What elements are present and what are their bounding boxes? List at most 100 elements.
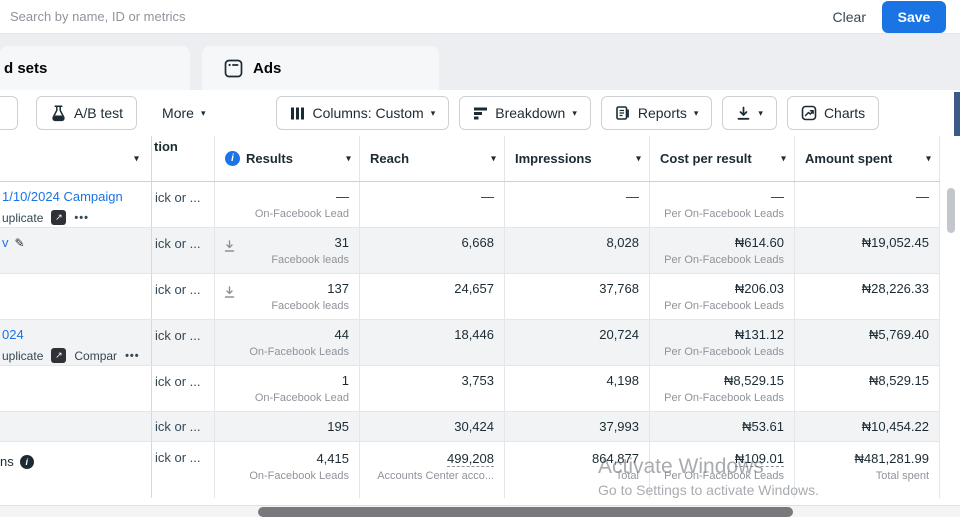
table-row[interactable]: ick or ... 195 30,424 37,993 ₦53.61 ₦10,…	[0, 412, 940, 442]
chevron-down-icon: ▾	[572, 107, 577, 118]
chevron-down-icon: ▾	[693, 107, 699, 118]
results-cell: 137 Facebook leads	[215, 274, 360, 319]
search-input[interactable]	[0, 9, 817, 24]
table-row[interactable]: 1/10/2024 Campaign uplicate ↗ ••• ick or…	[0, 182, 940, 228]
reports-button[interactable]: Reports ▾	[600, 96, 713, 130]
cost-cell: — Per On-Facebook Leads	[650, 182, 795, 227]
impressions-cell: —	[505, 182, 650, 227]
amount-cell: —	[795, 182, 940, 227]
chevron-down-icon[interactable]: ▾	[134, 153, 139, 164]
reports-icon	[615, 105, 631, 121]
table-row[interactable]: 024 uplicate ↗ Compar ••• ick or ... 44 O…	[0, 320, 940, 366]
header-attribution-label: tion	[154, 139, 178, 154]
export-button[interactable]: ▾	[722, 96, 777, 130]
download-result-icon[interactable]	[223, 240, 236, 258]
clear-button[interactable]: Clear	[817, 9, 882, 25]
header-amount-spent[interactable]: Amount spent ▾	[795, 136, 940, 181]
reports-label: Reports	[637, 105, 687, 121]
duplicate-action[interactable]: uplicate	[2, 211, 43, 225]
amount-cell: ₦19,052.45	[795, 228, 940, 273]
results-cell: 31 Facebook leads	[215, 228, 360, 273]
campaigns-table: ▾ tion i Results ▾ Reach ▾ Impressions ▾…	[0, 136, 960, 505]
campaign-link[interactable]: 1/10/2024 Campaign	[2, 189, 123, 204]
name-cell: ns i	[0, 442, 152, 498]
download-icon	[736, 106, 751, 121]
ab-test-button[interactable]: A/B test	[36, 96, 138, 130]
cost-cell: ₦614.60 Per On-Facebook Leads	[650, 228, 795, 273]
chevron-down-icon[interactable]: ▾	[491, 153, 496, 164]
more-button[interactable]: More ▾	[149, 96, 219, 130]
toolbar: A/B test More ▾ Columns: Custom ▾ Breakd…	[0, 90, 960, 136]
save-button[interactable]: Save	[882, 0, 946, 33]
flask-icon	[50, 104, 67, 122]
tab-ad-sets[interactable]: d sets	[0, 46, 190, 90]
columns-label: Columns: Custom	[312, 105, 424, 121]
more-actions-icon[interactable]: •••	[74, 212, 89, 224]
results-cell: 195	[215, 412, 360, 441]
tab-ads[interactable]: Ads	[202, 46, 439, 90]
name-cell: v ✎	[0, 228, 152, 273]
cost-cell: ₦8,529.15 Per On-Facebook Leads	[650, 366, 795, 411]
download-result-icon[interactable]	[223, 286, 236, 304]
window-scrollbar-fragment	[954, 92, 960, 136]
info-icon[interactable]: i	[19, 454, 34, 469]
name-cell: 024 uplicate ↗ Compar •••	[0, 320, 152, 365]
tab-strip: d sets Ads	[0, 34, 960, 90]
duplicate-action[interactable]: uplicate	[2, 349, 43, 363]
table-row[interactable]: ick or ... 137 Facebook leads 24,657 37,7…	[0, 274, 940, 320]
totals-label: ns	[0, 454, 14, 469]
header-name-column[interactable]: ▾	[0, 136, 152, 181]
header-attribution[interactable]: tion	[152, 136, 215, 181]
cut-off-button[interactable]	[0, 96, 18, 130]
reach-cell: —	[360, 182, 505, 227]
breakdown-icon	[473, 106, 488, 121]
attribution-cell: ick or ...	[152, 442, 215, 498]
attribution-cell: ick or ...	[152, 274, 215, 319]
top-search-bar: Clear Save	[0, 0, 960, 34]
cost-total-cell: ₦109.01 Per On-Facebook Leads	[650, 442, 795, 498]
table-row[interactable]: v ✎ ick or ... 31 Facebook leads 6,668 8,0…	[0, 228, 940, 274]
header-impressions[interactable]: Impressions ▾	[505, 136, 650, 181]
ab-test-label: A/B test	[74, 105, 124, 121]
open-arrow-icon[interactable]: ↗	[51, 210, 67, 225]
amount-cell: ₦5,769.40	[795, 320, 940, 365]
header-reach[interactable]: Reach ▾	[360, 136, 505, 181]
header-results-label: Results	[246, 151, 293, 166]
horizontal-scrollbar-track[interactable]	[0, 505, 960, 517]
charts-button[interactable]: Charts	[786, 96, 880, 130]
more-actions-icon[interactable]: •••	[125, 350, 140, 362]
charts-icon	[801, 105, 817, 121]
columns-button[interactable]: Columns: Custom ▾	[276, 96, 450, 130]
chevron-down-icon[interactable]: ▾	[346, 153, 351, 164]
ads-manager-window: Clear Save d sets Ads	[0, 0, 960, 517]
open-arrow-icon[interactable]: ↗	[51, 348, 67, 363]
chevron-down-icon[interactable]: ▾	[781, 153, 786, 164]
chevron-down-icon[interactable]: ▾	[636, 153, 641, 164]
horizontal-scrollbar[interactable]	[258, 507, 793, 517]
cost-cell: ₦131.12 Per On-Facebook Leads	[650, 320, 795, 365]
compare-action[interactable]: Compar	[74, 349, 117, 363]
cost-cell: ₦53.61	[650, 412, 795, 441]
impressions-cell: 37,993	[505, 412, 650, 441]
results-cell: — On-Facebook Lead	[215, 182, 360, 227]
totals-row: ns i ick or ... 4,415 On-Facebook Leads 4…	[0, 442, 940, 498]
charts-label: Charts	[823, 105, 866, 121]
header-cost-per-result[interactable]: Cost per result ▾	[650, 136, 795, 181]
reach-cell: 3,753	[360, 366, 505, 411]
amount-cell: ₦8,529.15	[795, 366, 940, 411]
breakdown-button[interactable]: Breakdown ▾	[459, 96, 591, 130]
campaign-link[interactable]: v	[2, 235, 9, 250]
info-icon[interactable]: i	[225, 151, 240, 166]
header-results[interactable]: i Results ▾	[215, 136, 360, 181]
header-impressions-label: Impressions	[515, 151, 592, 166]
impressions-cell: 20,724	[505, 320, 650, 365]
header-cost-label: Cost per result	[660, 151, 752, 166]
header-reach-label: Reach	[370, 151, 410, 166]
results-cell: 1 On-Facebook Lead	[215, 366, 360, 411]
edit-pencil-icon[interactable]: ✎	[15, 236, 25, 250]
campaign-link[interactable]: 024	[2, 327, 24, 342]
name-cell	[0, 274, 152, 319]
vertical-scrollbar[interactable]	[947, 188, 955, 233]
table-row[interactable]: ick or ... 1 On-Facebook Lead 3,753 4,198…	[0, 366, 940, 412]
chevron-down-icon[interactable]: ▾	[926, 153, 931, 164]
